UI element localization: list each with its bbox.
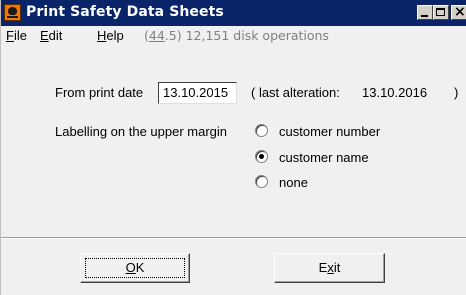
menu-edit-mnemonic: E bbox=[40, 28, 49, 43]
menu-bar: File Edit Help (44.5) 12,151 disk operat… bbox=[1, 26, 466, 46]
from-print-date-input[interactable]: 13.10.2015 bbox=[158, 82, 237, 104]
menu-help-label: elp bbox=[106, 28, 124, 43]
print-safety-data-sheets-window: Print Safety Data Sheets × File Edit Hel… bbox=[0, 0, 466, 295]
radio-customer-name[interactable] bbox=[255, 150, 268, 163]
menu-help-mnemonic: H bbox=[97, 28, 107, 43]
minimize-icon bbox=[421, 15, 428, 17]
menu-help[interactable]: Help bbox=[97, 28, 124, 43]
exit-label: it bbox=[333, 260, 341, 275]
radio-none-label: none bbox=[279, 175, 308, 190]
title-bar[interactable]: Print Safety Data Sheets × bbox=[1, 0, 466, 26]
radio-customer-number[interactable] bbox=[255, 124, 268, 137]
radio-customer-number-label: customer number bbox=[279, 124, 381, 139]
last-alteration-close: ) bbox=[454, 85, 459, 100]
radio-customer-name-label: customer name bbox=[279, 150, 369, 165]
maximize-button[interactable] bbox=[433, 5, 449, 20]
last-alteration-value: 13.10.2016 bbox=[362, 85, 428, 100]
menu-file[interactable]: File bbox=[6, 28, 27, 43]
ok-mnemonic: O bbox=[125, 260, 136, 275]
menu-file-mnemonic: F bbox=[6, 28, 14, 43]
last-alteration-label: ( last alteration: bbox=[251, 85, 340, 100]
maximize-icon bbox=[436, 8, 445, 16]
window-title: Print Safety Data Sheets bbox=[26, 4, 224, 20]
status-number: 44 bbox=[148, 28, 165, 43]
menu-edit[interactable]: Edit bbox=[40, 28, 62, 43]
from-print-date-label: From print date bbox=[55, 85, 144, 100]
disk-operations-status: (44.5) 12,151 disk operations bbox=[144, 28, 329, 43]
status-suffix: .5) 12,151 disk operations bbox=[164, 28, 329, 43]
minimize-button[interactable] bbox=[417, 5, 433, 20]
radio-none[interactable] bbox=[255, 175, 268, 188]
menu-edit-label: dit bbox=[48, 28, 63, 43]
exit-button[interactable]: Exit bbox=[274, 253, 385, 283]
close-icon: × bbox=[454, 4, 466, 20]
hazard-skull-icon bbox=[4, 4, 21, 21]
close-button[interactable]: × bbox=[451, 4, 466, 20]
menu-file-label: ile bbox=[13, 28, 27, 43]
ok-button[interactable]: OK bbox=[80, 253, 190, 283]
separator bbox=[1, 237, 466, 239]
labelling-label: Labelling on the upper margin bbox=[55, 124, 228, 139]
ok-label: K bbox=[135, 260, 145, 275]
